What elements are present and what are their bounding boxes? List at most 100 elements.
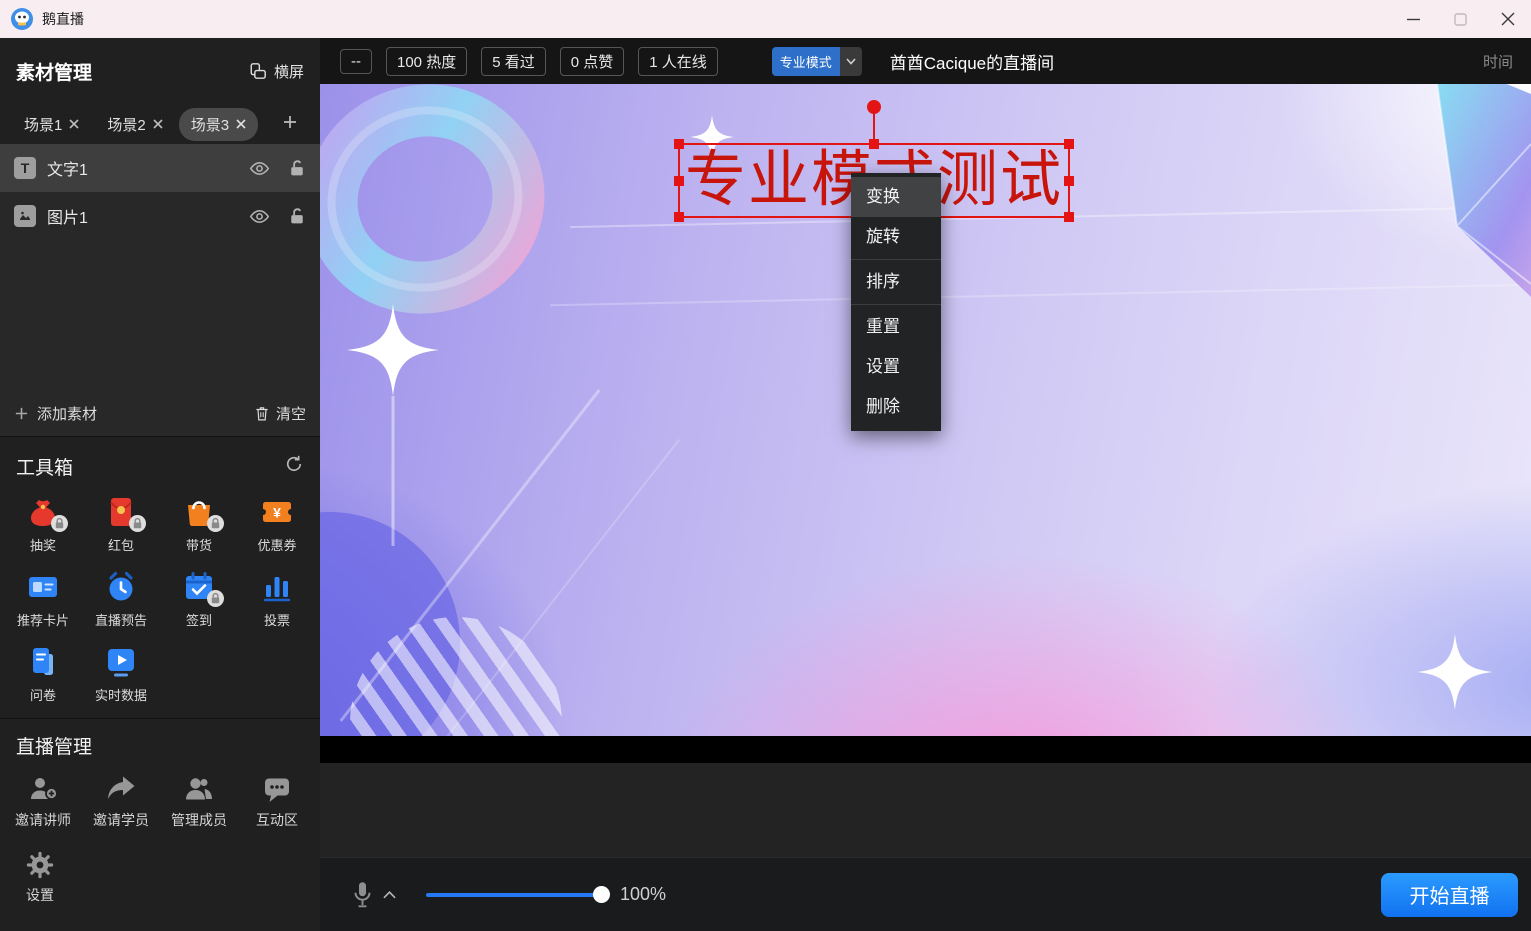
live-management-title: 直播管理 bbox=[16, 737, 92, 758]
menu-item-reset[interactable]: 重置 bbox=[851, 307, 941, 347]
tool-red-packet[interactable]: 红包 bbox=[82, 494, 160, 554]
app-logo-icon bbox=[10, 7, 34, 31]
layer-list: T 文字1 bbox=[0, 144, 320, 437]
bar-chart-icon bbox=[259, 569, 295, 605]
clear-button[interactable]: 清空 bbox=[254, 403, 306, 424]
scene-tabs: 场景1 场景2 场景3 bbox=[0, 104, 320, 144]
app-title: 鹅直播 bbox=[42, 9, 84, 29]
mode-select[interactable]: 专业模式 bbox=[772, 47, 862, 76]
unlock-icon[interactable] bbox=[288, 158, 306, 178]
rotation-stem bbox=[873, 113, 875, 141]
lock-badge-icon bbox=[129, 515, 146, 532]
toolbox-reset-button[interactable] bbox=[284, 454, 304, 479]
eye-icon[interactable] bbox=[249, 206, 270, 227]
clear-label: 清空 bbox=[276, 403, 306, 424]
stat-badge-viewed: 5 看过 bbox=[481, 47, 546, 76]
volume-slider[interactable] bbox=[426, 887, 602, 903]
layer-label: 文字1 bbox=[47, 156, 88, 180]
context-menu: 变换 旋转 排序 重置 设置 删除 bbox=[851, 173, 941, 431]
tool-check-in[interactable]: 签到 bbox=[160, 569, 238, 629]
resize-handle-bottom-right[interactable] bbox=[1064, 212, 1074, 222]
trash-icon bbox=[254, 405, 270, 422]
rotation-handle[interactable] bbox=[867, 100, 881, 114]
text-layer-icon: T bbox=[14, 157, 36, 179]
tab-scene-3[interactable]: 场景3 bbox=[179, 108, 258, 141]
clipboard-icon bbox=[25, 644, 61, 680]
room-title: 酋酋Cacique的直播间 bbox=[890, 49, 1054, 74]
settings-label: 设置 bbox=[26, 885, 54, 905]
resize-handle-mid-right[interactable] bbox=[1064, 176, 1074, 186]
unlock-icon[interactable] bbox=[288, 206, 306, 226]
toolbox-grid: 抽奖 红包 bbox=[0, 488, 320, 704]
menu-item-transform[interactable]: 变换 bbox=[851, 177, 941, 217]
tool-label: 抽奖 bbox=[30, 535, 56, 554]
invite-lecturer-button[interactable]: 邀请讲师 bbox=[4, 773, 82, 830]
chevron-up-icon[interactable] bbox=[383, 891, 396, 899]
stat-badge-online: 1 人在线 bbox=[638, 47, 718, 76]
settings-button[interactable]: 设置 bbox=[0, 850, 80, 905]
manage-members-button[interactable]: 管理成员 bbox=[160, 773, 238, 830]
layer-row-image1[interactable]: 图片1 bbox=[0, 192, 320, 240]
close-icon[interactable] bbox=[153, 119, 163, 129]
invite-student-button[interactable]: 邀请学员 bbox=[82, 773, 160, 830]
tool-label: 投票 bbox=[264, 610, 290, 629]
interaction-zone-button[interactable]: 互动区 bbox=[238, 773, 316, 830]
volume-value: 100% bbox=[620, 884, 666, 905]
tab-scene-1[interactable]: 场景1 bbox=[12, 108, 91, 141]
plus-icon bbox=[282, 114, 298, 130]
tool-coupon[interactable]: ¥ 优惠券 bbox=[238, 494, 316, 554]
close-icon[interactable] bbox=[69, 119, 79, 129]
lock-badge-icon bbox=[207, 590, 224, 607]
minimize-button[interactable] bbox=[1390, 0, 1437, 38]
stats-bar: -- 100 热度 5 看过 0 点赞 1 人在线 专业模式 酋酋Cacique… bbox=[320, 38, 1531, 84]
stat-badge-heat: 100 热度 bbox=[386, 47, 467, 76]
tool-lottery[interactable]: 抽奖 bbox=[4, 494, 82, 554]
microphone-icon[interactable] bbox=[352, 880, 373, 909]
resize-handle-mid-left[interactable] bbox=[674, 176, 684, 186]
chat-bubble-icon bbox=[261, 773, 293, 805]
close-button[interactable] bbox=[1484, 0, 1531, 38]
lock-badge-icon bbox=[51, 515, 68, 532]
volume-thumb[interactable] bbox=[593, 886, 610, 903]
eye-icon[interactable] bbox=[249, 158, 270, 179]
tab-label: 场景3 bbox=[191, 114, 229, 135]
app-window: 鹅直播 素材管理 横屏 bbox=[0, 0, 1531, 931]
tool-live-preview[interactable]: 直播预告 bbox=[82, 569, 160, 629]
tab-scene-2[interactable]: 场景2 bbox=[95, 108, 174, 141]
tool-recommend-card[interactable]: 推荐卡片 bbox=[4, 569, 82, 629]
menu-divider bbox=[851, 304, 941, 305]
layer-row-text1[interactable]: T 文字1 bbox=[0, 144, 320, 192]
tool-realtime-data[interactable]: 实时数据 bbox=[82, 644, 160, 704]
shopping-bag-icon bbox=[181, 494, 217, 530]
canvas-container: 专业模式测试 变换 旋转 bbox=[320, 84, 1531, 763]
mgmt-label: 管理成员 bbox=[171, 810, 227, 830]
tool-label: 优惠券 bbox=[257, 535, 296, 554]
menu-item-sort[interactable]: 排序 bbox=[851, 262, 941, 302]
resize-handle-top-mid[interactable] bbox=[869, 139, 879, 149]
mgmt-label: 邀请学员 bbox=[93, 810, 149, 830]
resize-handle-top-left[interactable] bbox=[674, 139, 684, 149]
maximize-button[interactable] bbox=[1437, 0, 1484, 38]
tool-label: 实时数据 bbox=[95, 685, 147, 704]
live-management-grid: 邀请讲师 邀请学员 管理成员 bbox=[0, 765, 320, 830]
close-icon[interactable] bbox=[236, 119, 246, 129]
tool-vote[interactable]: 投票 bbox=[238, 569, 316, 629]
menu-item-delete[interactable]: 删除 bbox=[851, 387, 941, 427]
live-canvas[interactable]: 专业模式测试 变换 旋转 bbox=[320, 84, 1531, 736]
svg-text:¥: ¥ bbox=[273, 505, 281, 521]
add-scene-button[interactable] bbox=[272, 114, 308, 135]
start-live-button[interactable]: 开始直播 bbox=[1381, 873, 1518, 917]
resize-handle-bottom-left[interactable] bbox=[674, 212, 684, 222]
menu-item-rotate[interactable]: 旋转 bbox=[851, 217, 941, 257]
tool-label: 直播预告 bbox=[95, 610, 147, 629]
play-screen-icon bbox=[103, 644, 139, 680]
menu-divider bbox=[851, 259, 941, 260]
add-material-button[interactable]: 添加素材 bbox=[14, 403, 97, 424]
layer-label: 图片1 bbox=[47, 204, 88, 228]
landscape-button[interactable]: 横屏 bbox=[249, 61, 304, 82]
tool-sell-goods[interactable]: 带货 bbox=[160, 494, 238, 554]
menu-item-settings[interactable]: 设置 bbox=[851, 347, 941, 387]
tool-questionnaire[interactable]: 问卷 bbox=[4, 644, 82, 704]
tool-label: 问卷 bbox=[30, 685, 56, 704]
resize-handle-top-right[interactable] bbox=[1064, 139, 1074, 149]
